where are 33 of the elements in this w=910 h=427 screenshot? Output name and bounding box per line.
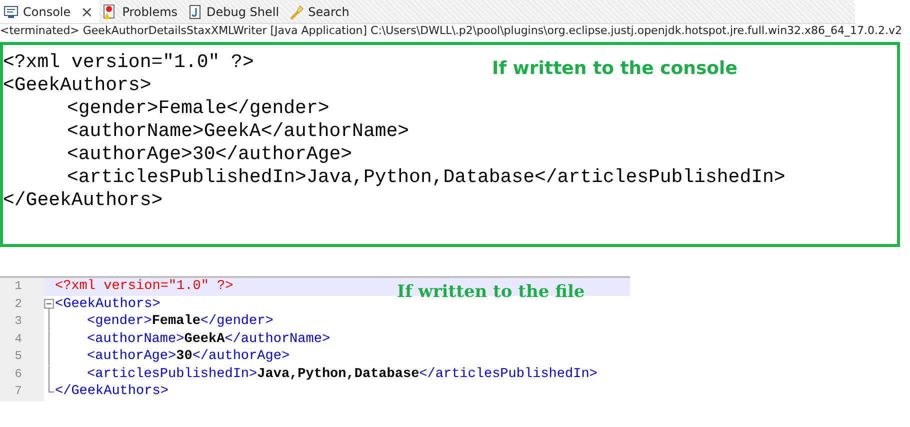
line-number: 5 [0,348,44,366]
view-tab[interactable]: Problems [99,0,184,23]
console-output-line: <articlesPublishedIn>Java,Python,Database</articlesPublishedIn> [67,166,786,188]
code-line: </GeekAuthors> [55,384,168,400]
console-output-line: <gender>Female</gender> [67,97,330,119]
document-j-icon [186,4,203,20]
code-line: <authorAge>30</authorAge> [86,349,290,364]
line-number: 7 [0,383,44,400]
view-tab[interactable]: Search [285,0,356,23]
console-output-line: <?xml version="1.0" ?> [3,51,254,73]
console-output-line: <authorName>GeekA</authorName> [67,120,410,142]
process-status-line: <terminated> GeekAuthorDetailsStaxXMLWriter [Java Application] C:\Users\DWLL\.p2\pool\plugins\org.eclipse.justj.openjdk.hotspot.jre.full.win32.x86_64_17.0.2.v2 [0,24,904,38]
line-number: 6 [0,366,44,383]
code-line: <gender>Female</gender> [86,314,274,330]
line-number: 4 [0,330,44,348]
fold-end-icon [48,383,55,393]
console-output-line: </GeekAuthors> [3,189,163,211]
console-output-line: <GeekAuthors> [3,74,152,96]
close-button[interactable]: × [80,2,94,20]
monitor-icon [3,4,19,20]
view-tab[interactable]: Console × [0,0,100,23]
line-number: 3 [0,313,44,330]
code-line: <authorName>GeekA</authorName> [86,332,330,347]
annotation-text: If written to the console [492,57,738,79]
code-line: <articlesPublishedIn>Java,Python,Database</articlesPublishedIn> [86,366,598,382]
flashlight-icon [288,4,304,20]
line-number: 2 [0,296,44,313]
view-tab[interactable]: Debug Shell [184,0,286,23]
code-line: <GeekAuthors> [55,296,160,312]
code-line: <?xml version="1.0" ?> [55,279,234,294]
line-number: 1 [0,278,44,296]
console-output-line: <authorAge>30</authorAge> [67,143,352,165]
annotation-text: If written to the file [397,282,585,302]
